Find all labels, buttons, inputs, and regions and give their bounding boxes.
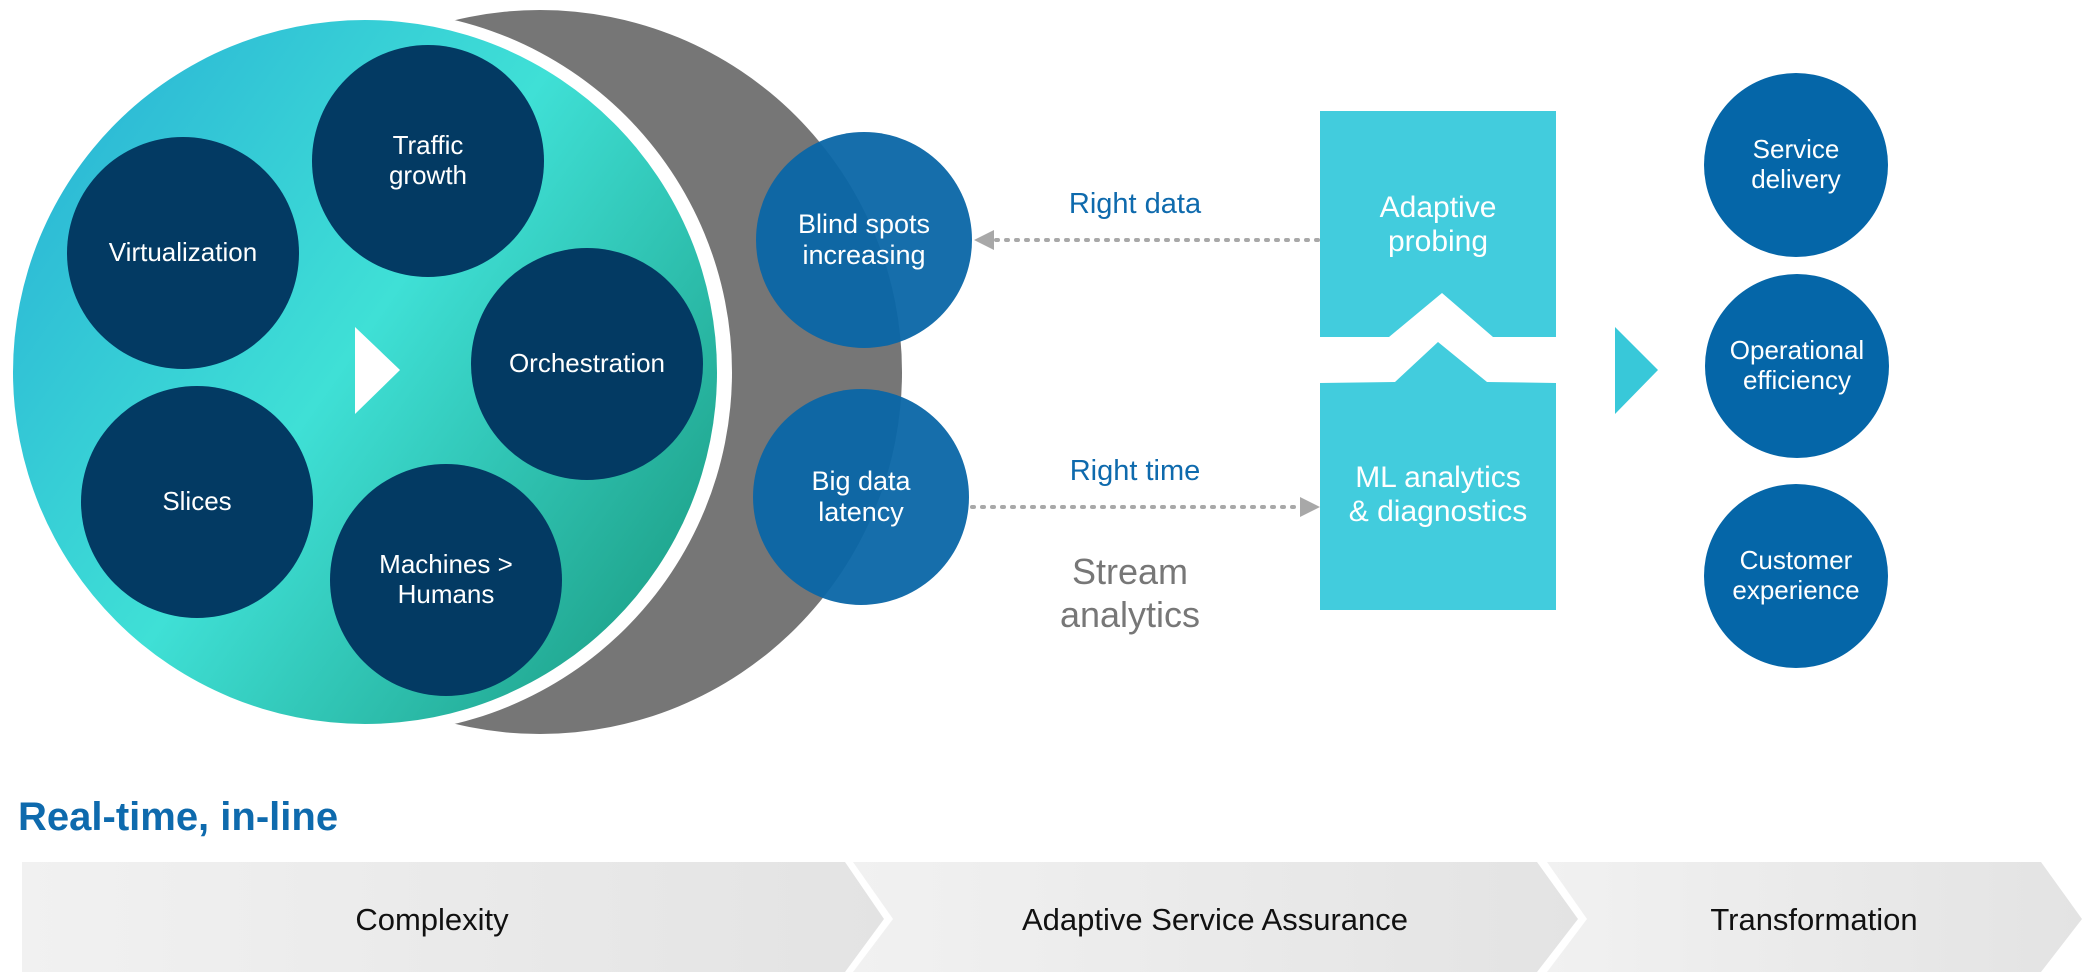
driver-label-slices: Slices <box>162 486 232 517</box>
challenge-label-blind-spots: Blind spots increasing <box>797 208 931 270</box>
cyan-arrow-icon <box>1615 327 1658 414</box>
driver-label-machines: Machines > Humans <box>379 549 513 609</box>
outcome-label-service: Service delivery <box>1751 134 1841 194</box>
outcome-label-operational: Operational efficiency <box>1729 335 1865 395</box>
right-arrowhead-icon <box>1300 497 1320 517</box>
section-heading: Real-time, in-line <box>18 795 339 839</box>
driver-label-virtualization: Virtualization <box>108 237 258 268</box>
driver-label-traffic: Traffic growth <box>388 130 468 190</box>
outcome-label-customer: Customer experience <box>1732 545 1860 605</box>
stage-label-complexity: Complexity <box>355 902 509 937</box>
left-arrowhead-icon <box>974 230 994 250</box>
driver-label-orchestration: Orchestration <box>508 348 666 379</box>
stream-analytics-label: Stream analytics <box>1059 551 1201 636</box>
ml-analytics-label: ML analytics & diagnostics <box>1348 460 1528 529</box>
adaptive-probing-label: Adaptive probing <box>1379 190 1497 259</box>
right-time-label: Right time <box>1069 455 1201 487</box>
stage-label-assurance: Adaptive Service Assurance <box>1022 902 1408 937</box>
challenge-label-latency: Big data latency <box>811 465 911 527</box>
right-data-label: Right data <box>1068 188 1202 220</box>
stage-label-transformation: Transformation <box>1710 902 1918 937</box>
